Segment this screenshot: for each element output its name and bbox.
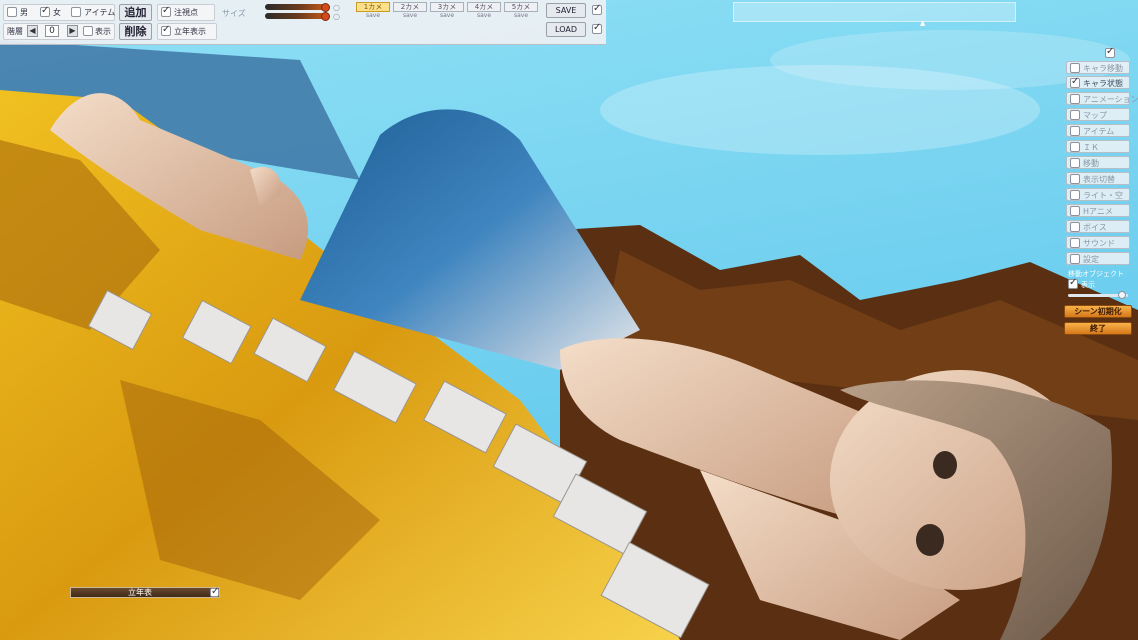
save-checkbox[interactable] (592, 3, 602, 15)
menu-display-toggle-label: 表示切替 (1083, 175, 1115, 184)
menu-map-label: マップ (1083, 111, 1107, 120)
menu-sound-label: サウンド (1083, 239, 1115, 248)
exit-button[interactable]: 終了 (1064, 322, 1132, 335)
menu-character-move-label: キャラ移動 (1083, 64, 1123, 73)
object-size-slider-knob[interactable] (1118, 291, 1126, 299)
menu-ik[interactable]: ＩＫ (1066, 140, 1130, 153)
menu-move[interactable]: 移動 (1066, 156, 1130, 169)
gaze-panel: 注視点 (157, 4, 215, 21)
speed-slider-2[interactable] (265, 13, 327, 19)
menu-animation-checkbox[interactable] (1070, 94, 1080, 104)
camera-slot-2[interactable]: 2カメ (393, 2, 427, 12)
speed-slider-1[interactable] (265, 4, 327, 10)
display-checkbox[interactable] (83, 26, 93, 36)
scene-init-button[interactable]: シーン初期化 (1064, 305, 1132, 318)
camera-slot-2-save[interactable]: save (393, 12, 427, 20)
display-label: 表示 (95, 27, 111, 36)
item-label: アイテム (84, 8, 116, 17)
gaze-label: 注視点 (174, 8, 198, 17)
menu-ik-label: ＩＫ (1083, 143, 1099, 152)
menu-voice-label: ボイス (1083, 223, 1107, 232)
layer-panel: 階層 ◀ 0 ▶ 表示 (3, 23, 115, 40)
gaze-checkbox[interactable] (161, 5, 171, 17)
menu-h-anime-label: Hアニメ (1083, 207, 1113, 216)
menu-character-state-checkbox[interactable] (1070, 76, 1080, 88)
female-label: 女 (53, 8, 61, 17)
camera-slot-5[interactable]: 5カメ (504, 2, 538, 12)
speed-slider-2-knob[interactable] (321, 12, 330, 21)
layer-decrease-button[interactable]: ◀ (27, 25, 38, 37)
show-object-label: 表示 (1081, 281, 1095, 289)
menu-character-state-label: キャラ状態 (1083, 79, 1123, 88)
slider-reset-icon[interactable]: ○ (333, 3, 340, 12)
right-panel-toggle-checkbox[interactable] (1105, 46, 1115, 58)
character-select-panel: 男 女 アイテム (3, 4, 115, 21)
layer-increase-button[interactable]: ▶ (67, 25, 78, 37)
save-button[interactable]: SAVE (546, 3, 586, 18)
camera-slot-4[interactable]: 4カメ (467, 2, 501, 12)
menu-light-sky-label: ライト・空 (1083, 191, 1123, 200)
male-label: 男 (20, 8, 28, 17)
standing-bar-checkbox[interactable] (210, 586, 219, 597)
menu-item-checkbox[interactable] (1070, 126, 1080, 136)
menu-character-move[interactable]: キャラ移動 (1066, 61, 1130, 74)
menu-item-label: アイテム (1083, 127, 1115, 136)
menu-map-checkbox[interactable] (1070, 110, 1080, 120)
menu-sound-checkbox[interactable] (1070, 238, 1080, 248)
camera-slot-4-save[interactable]: save (467, 12, 501, 20)
camera-slot-1[interactable]: 1カメ (356, 2, 390, 12)
camera-slot-5-save[interactable]: save (504, 12, 538, 20)
menu-voice[interactable]: ボイス (1066, 220, 1130, 233)
menu-voice-checkbox[interactable] (1070, 222, 1080, 232)
top-toolbar: 男 女 アイテム 階層 ◀ 0 ▶ 表示 追加 削除 注視点 立年表示 サイズ … (0, 0, 606, 45)
camera-slot-3[interactable]: 3カメ (430, 2, 464, 12)
speed-label: サイズ (222, 9, 246, 18)
camera-slot-1-save[interactable]: save (356, 12, 390, 20)
show-object-checkbox[interactable] (1068, 277, 1078, 289)
load-checkbox[interactable] (592, 22, 602, 34)
speed-slider-1-knob[interactable] (321, 3, 330, 12)
item-checkbox[interactable] (71, 7, 81, 17)
menu-settings[interactable]: 設定 (1066, 252, 1130, 265)
standing-bar[interactable]: 立年表 (70, 586, 220, 598)
menu-h-anime[interactable]: Hアニメ (1066, 204, 1130, 217)
standing-bar-label: 立年表 (128, 588, 152, 597)
game-scene (0, 0, 1138, 640)
load-button[interactable]: LOAD (546, 22, 586, 37)
menu-item[interactable]: アイテム (1066, 124, 1130, 137)
standing-display-panel: 立年表示 (157, 23, 217, 40)
menu-move-checkbox[interactable] (1070, 158, 1080, 168)
menu-h-anime-checkbox[interactable] (1070, 206, 1080, 216)
collapse-arrow-icon[interactable]: ▲ (920, 19, 925, 27)
menu-display-toggle[interactable]: 表示切替 (1066, 172, 1130, 185)
layer-value-field[interactable]: 0 (45, 25, 59, 37)
male-checkbox[interactable] (7, 7, 17, 17)
menu-animation[interactable]: アニメーション (1066, 92, 1138, 105)
standing-display-label: 立年表示 (174, 27, 206, 36)
camera-slot-3-save[interactable]: save (430, 12, 464, 20)
slider-reset-icon-2[interactable]: ○ (333, 12, 340, 21)
menu-ik-checkbox[interactable] (1070, 142, 1080, 152)
menu-map[interactable]: マップ (1066, 108, 1130, 121)
female-checkbox[interactable] (40, 5, 50, 17)
menu-light-sky-checkbox[interactable] (1070, 190, 1080, 200)
menu-settings-checkbox[interactable] (1070, 254, 1080, 264)
menu-move-label: 移動 (1083, 159, 1099, 168)
menu-sound[interactable]: サウンド (1066, 236, 1130, 249)
menu-display-toggle-checkbox[interactable] (1070, 174, 1080, 184)
menu-character-state[interactable]: キャラ状態 (1066, 76, 1130, 89)
layer-label: 階層 (7, 27, 23, 36)
menu-light-sky[interactable]: ライト・空 (1066, 188, 1130, 201)
menu-character-move-checkbox[interactable] (1070, 63, 1080, 73)
delete-button[interactable]: 削除 (119, 23, 152, 40)
menu-settings-label: 設定 (1083, 255, 1099, 264)
standing-display-checkbox[interactable] (161, 24, 171, 36)
add-button[interactable]: 追加 (119, 4, 152, 21)
menu-animation-label: アニメーション (1083, 95, 1138, 104)
top-right-status-bar (733, 2, 1016, 22)
